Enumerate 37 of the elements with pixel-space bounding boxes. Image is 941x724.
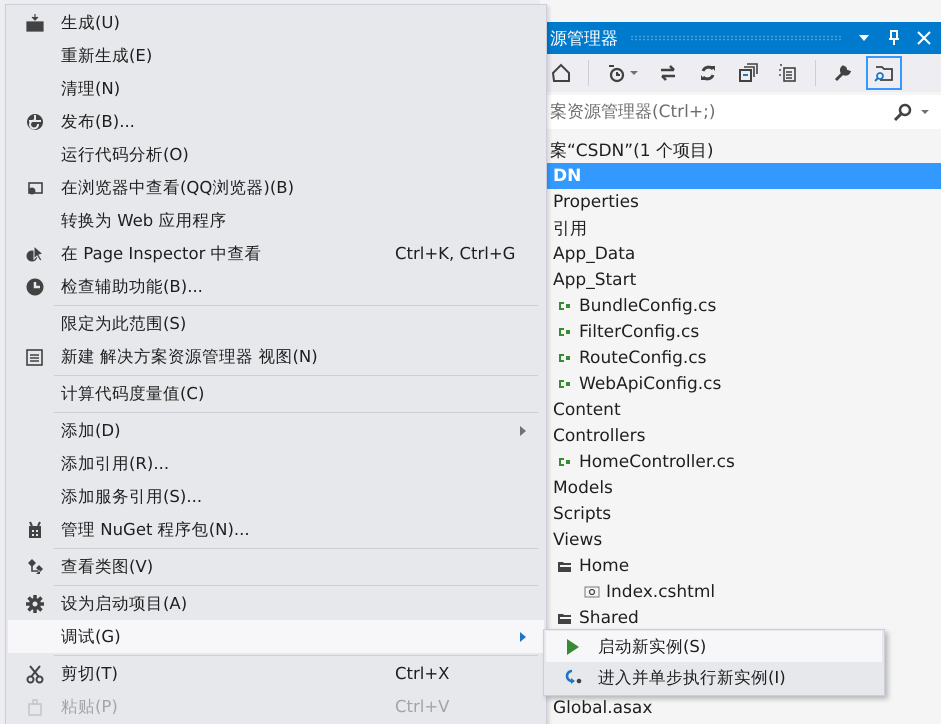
search-icon[interactable] <box>893 102 913 122</box>
toolbar-button[interactable] <box>866 56 902 90</box>
pin-icon[interactable] <box>887 30 901 46</box>
clock-icon <box>606 63 626 83</box>
collapse-all-icon <box>738 63 758 83</box>
submenu-arrow-icon <box>520 632 526 642</box>
menu-item[interactable]: 转换为 Web 应用程序 <box>8 204 544 237</box>
razor-file-icon <box>584 584 600 600</box>
scissors-icon <box>24 664 44 684</box>
menu-item[interactable]: 启动新实例(S) <box>546 631 882 662</box>
pie-chart-icon <box>24 276 44 296</box>
show-all-files-icon <box>778 63 798 83</box>
caret-icon <box>630 69 638 77</box>
sync-arrows-icon <box>658 63 678 83</box>
window-list-icon <box>24 346 44 366</box>
folder-search-icon <box>874 63 894 83</box>
menu-item[interactable]: 添加服务引用(S)... <box>8 480 544 513</box>
menu-item[interactable]: 管理 NuGet 程序包(N)... <box>8 513 544 546</box>
caret-icon[interactable] <box>921 108 929 116</box>
menu-item[interactable]: 重新生成(E) <box>8 39 544 72</box>
menu-item[interactable]: 在 Page Inspector 中查看 Ctrl+K, Ctrl+G <box>8 237 544 270</box>
build-icon <box>24 12 44 32</box>
menu-item[interactable]: 调试(G) <box>8 620 544 653</box>
shortcut-text: Ctrl+V <box>395 697 450 716</box>
menu-item[interactable]: 剪切(T) Ctrl+X <box>8 657 544 690</box>
close-icon[interactable] <box>917 31 931 45</box>
submenu-arrow-icon <box>520 426 526 436</box>
shortcut-text: Ctrl+X <box>395 664 450 683</box>
gear-icon <box>24 594 44 614</box>
menu-item[interactable]: 生成(U) <box>8 6 544 39</box>
menu-item[interactable]: 进入并单步执行新实例(I) <box>546 662 882 693</box>
menu-item[interactable]: 添加(D) <box>8 414 544 447</box>
wrench-icon <box>833 63 853 83</box>
refresh-icon <box>698 63 718 83</box>
home-icon <box>551 63 571 83</box>
panel-title: 源管理器 <box>549 28 618 50</box>
shortcut-text: Ctrl+K, Ctrl+G <box>395 244 516 263</box>
